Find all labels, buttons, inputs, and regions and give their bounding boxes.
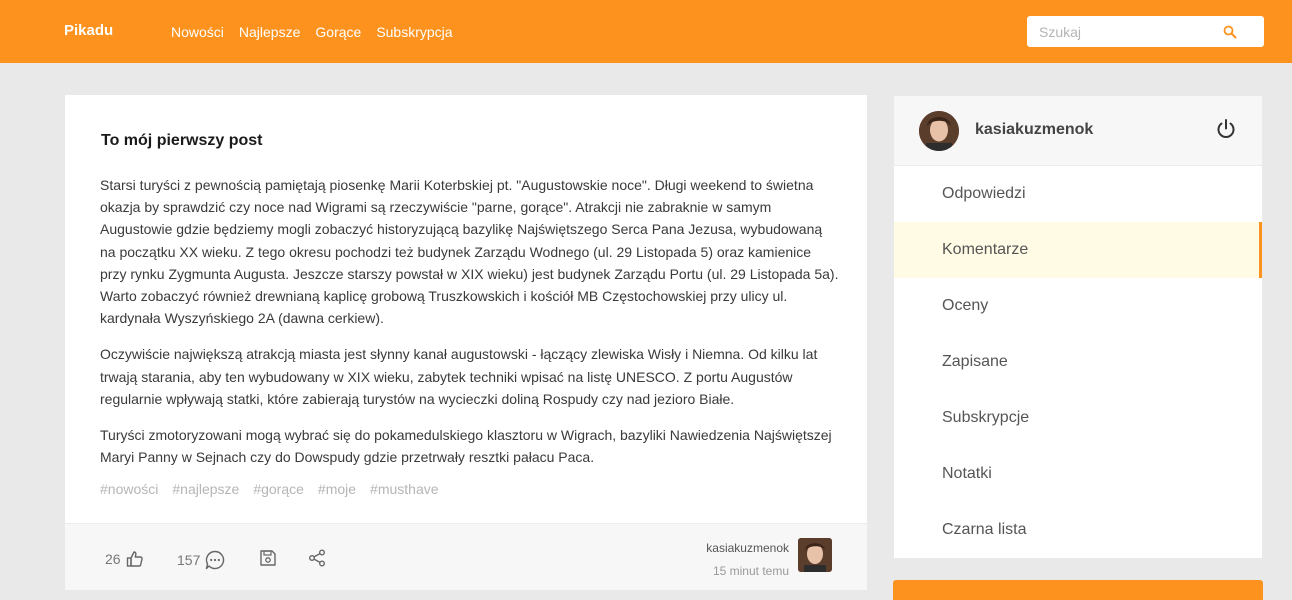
comment-icon xyxy=(206,550,225,570)
search-box xyxy=(1027,16,1264,47)
author-name[interactable]: kasiakuzmenok xyxy=(706,541,789,555)
power-icon[interactable] xyxy=(1215,118,1237,140)
logo[interactable]: Pikadu xyxy=(64,22,113,39)
user-menu: Odpowiedzi Komentarze Oceny Zapisane Sub… xyxy=(894,166,1262,558)
menu-item-odpowiedzi[interactable]: Odpowiedzi xyxy=(894,166,1262,222)
menu-item-zapisane[interactable]: Zapisane xyxy=(894,334,1262,390)
avatar[interactable] xyxy=(919,111,959,151)
action-button[interactable] xyxy=(893,580,1263,600)
nav-link-najlepsze[interactable]: Najlepsze xyxy=(239,24,300,40)
nav-link-gorace[interactable]: Gorące xyxy=(315,24,361,40)
post-body: Starsi turyści z pewnością pamiętają pio… xyxy=(100,174,840,482)
avatar-image xyxy=(919,111,959,151)
menu-item-subskrypcje[interactable]: Subskrypcje xyxy=(894,390,1262,446)
share-icon[interactable] xyxy=(307,548,327,568)
tag-link[interactable]: #nowości xyxy=(100,481,158,497)
comments-button[interactable]: 157 xyxy=(177,549,226,571)
like-icon xyxy=(126,551,143,567)
menu-item-notatki[interactable]: Notatki xyxy=(894,446,1262,502)
tag-link[interactable]: #moje xyxy=(318,481,356,497)
like-button[interactable]: 26 xyxy=(105,549,145,569)
menu-item-oceny[interactable]: Oceny xyxy=(894,278,1262,334)
top-bar: Pikadu Nowości Najlepsze Gorące Subskryp… xyxy=(0,0,1292,63)
post-paragraph: Oczywiście największą atrakcją miasta je… xyxy=(100,346,818,407)
tag-link[interactable]: #gorące xyxy=(253,481,304,497)
menu-item-czarna-lista[interactable]: Czarna lista xyxy=(894,502,1262,558)
user-header: kasiakuzmenok xyxy=(894,96,1262,166)
search-input[interactable] xyxy=(1027,16,1227,47)
like-count: 26 xyxy=(105,551,121,567)
tag-link[interactable]: #najlepsze xyxy=(172,481,239,497)
tag-list: #nowości #najlepsze #gorące #moje #musth… xyxy=(100,481,439,497)
post-time: 15 minut temu xyxy=(712,564,789,578)
username: kasiakuzmenok xyxy=(975,121,1094,138)
avatar-image xyxy=(798,538,832,572)
post-footer: 26 157 kasiakuzmenok 15 minut temu xyxy=(65,523,867,590)
menu-item-komentarze[interactable]: Komentarze xyxy=(894,222,1262,278)
tag-link[interactable]: #musthave xyxy=(370,481,438,497)
post-card: To mój pierwszy post Starsi turyści z pe… xyxy=(65,95,867,590)
user-sidebar: kasiakuzmenok Odpowiedzi Komentarze Ocen… xyxy=(894,96,1262,558)
author-avatar[interactable] xyxy=(798,538,832,572)
nav-link-nowosci[interactable]: Nowości xyxy=(171,24,224,40)
save-icon[interactable] xyxy=(258,548,278,568)
post-title: To mój pierwszy post xyxy=(101,132,263,149)
search-icon[interactable] xyxy=(1223,25,1237,39)
post-paragraph: Turyści zmotoryzowani mogą wybrać się do… xyxy=(100,427,832,466)
post-paragraph: Starsi turyści z pewnością pamiętają pio… xyxy=(100,177,839,327)
nav-link-subskrypcja[interactable]: Subskrypcja xyxy=(376,24,452,40)
post-author: kasiakuzmenok 15 minut temu xyxy=(706,541,789,578)
main-nav: Nowości Najlepsze Gorące Subskrypcja xyxy=(171,24,453,40)
comment-count: 157 xyxy=(177,552,201,568)
